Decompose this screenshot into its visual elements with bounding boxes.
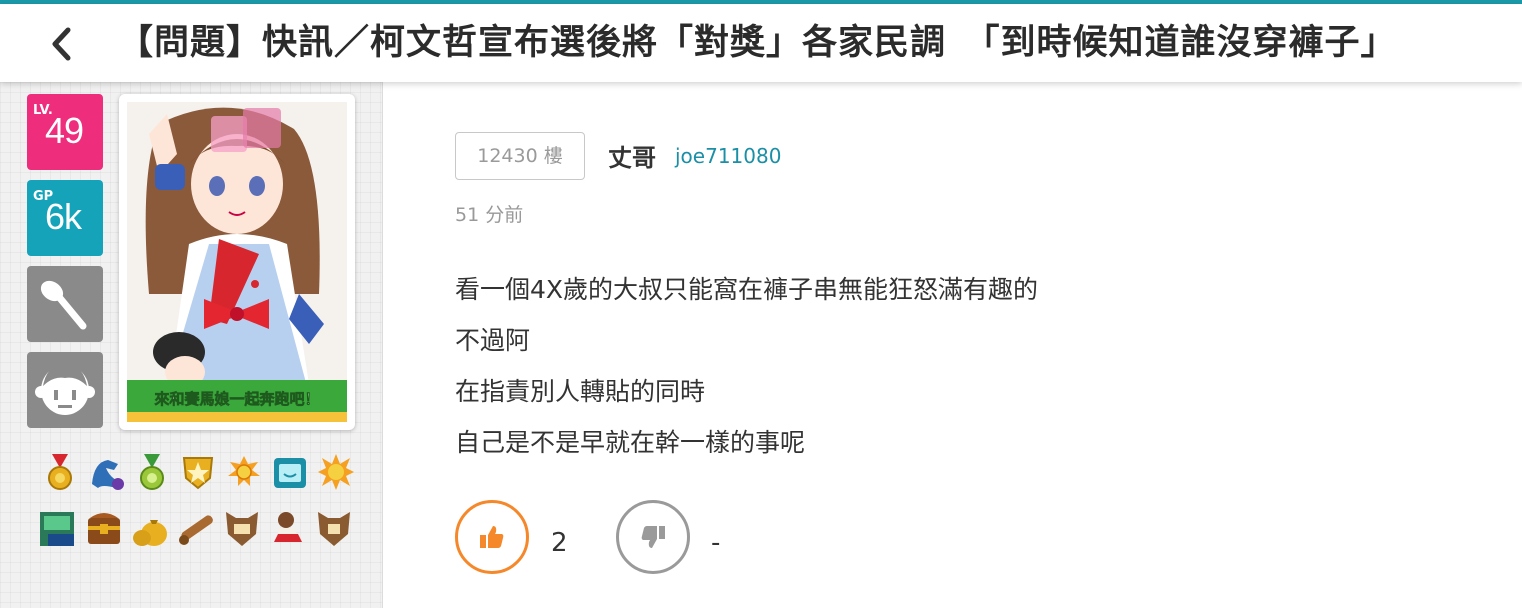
- post-line: 不過阿: [455, 326, 531, 355]
- thumbs-up-icon: [480, 526, 504, 548]
- dislike-count: -: [711, 528, 721, 558]
- treasure-chest-icon[interactable]: [84, 508, 124, 548]
- thread-title: 【問題】快訊／柯文哲宣布選後將「對獎」各家民調 「到時候知道誰沒穿褲子」: [118, 23, 1397, 63]
- face-icon: [35, 364, 95, 415]
- level-badge[interactable]: LV. 49: [27, 94, 103, 170]
- green-medal-icon[interactable]: [132, 452, 172, 492]
- money-bag-icon[interactable]: [130, 508, 170, 548]
- post-main: 12430 樓 丈哥 joe711080 51 分前 看一個4X歲的大叔只能窩在…: [383, 82, 1522, 608]
- calendar-365-icon[interactable]: [38, 508, 78, 548]
- back-button[interactable]: [40, 22, 84, 66]
- floor-number[interactable]: 12430 樓: [455, 132, 585, 180]
- post-line: 看一個4X歲的大叔只能窩在褲子串無能狂怒滿有趣的: [455, 275, 1039, 304]
- level-value: 49: [45, 110, 84, 151]
- post-line: 在指責別人轉貼的同時: [455, 377, 706, 406]
- avatar-card[interactable]: 來和賽馬娘一起奔跑吧！: [119, 94, 355, 430]
- race-badge[interactable]: [27, 266, 103, 342]
- tv-icon[interactable]: [270, 452, 310, 492]
- avatar-banner-text: 來和賽馬娘一起奔跑吧！: [154, 390, 319, 408]
- shield-26-icon[interactable]: [222, 508, 262, 548]
- shield-2-icon[interactable]: [314, 508, 354, 548]
- wooden-bat-icon[interactable]: [176, 508, 216, 548]
- sun-icon[interactable]: [316, 452, 356, 492]
- chevron-left-icon: [52, 27, 71, 61]
- like-count: 2: [551, 528, 568, 558]
- post-time: 51 分前: [455, 204, 524, 226]
- dislike-button[interactable]: [616, 500, 690, 574]
- avatar-illustration: 來和賽馬娘一起奔跑吧！: [127, 102, 347, 422]
- career-badge[interactable]: [27, 352, 103, 428]
- gold-medal-icon[interactable]: [40, 452, 80, 492]
- thumbs-down-icon: [641, 526, 665, 548]
- lollipop-key-icon: [40, 280, 87, 330]
- gp-badge[interactable]: GP 6k: [27, 180, 103, 256]
- post-content: 看一個4X歲的大叔只能窩在褲子串無能狂怒滿有趣的 不過阿 在指責別人轉貼的同時 …: [455, 264, 1038, 468]
- author-name[interactable]: 丈哥: [608, 138, 656, 173]
- author-id-link[interactable]: joe711080: [675, 144, 781, 168]
- gp-value: 6k: [45, 196, 82, 237]
- header-bar: 【問題】快訊／柯文哲宣布選後將「對獎」各家民調 「到時候知道誰沒穿褲子」: [0, 4, 1522, 82]
- user-sidebar: LV. 49 GP 6k 來和賽馬娘一起奔跑吧！: [0, 82, 383, 608]
- like-button[interactable]: [455, 500, 529, 574]
- character-icon[interactable]: [268, 508, 308, 548]
- star-shield-icon[interactable]: [178, 452, 218, 492]
- post-line: 自己是不是早就在幹一樣的事呢: [455, 428, 806, 457]
- coin-five-icon[interactable]: [224, 452, 264, 492]
- blue-horse-icon[interactable]: [86, 452, 126, 492]
